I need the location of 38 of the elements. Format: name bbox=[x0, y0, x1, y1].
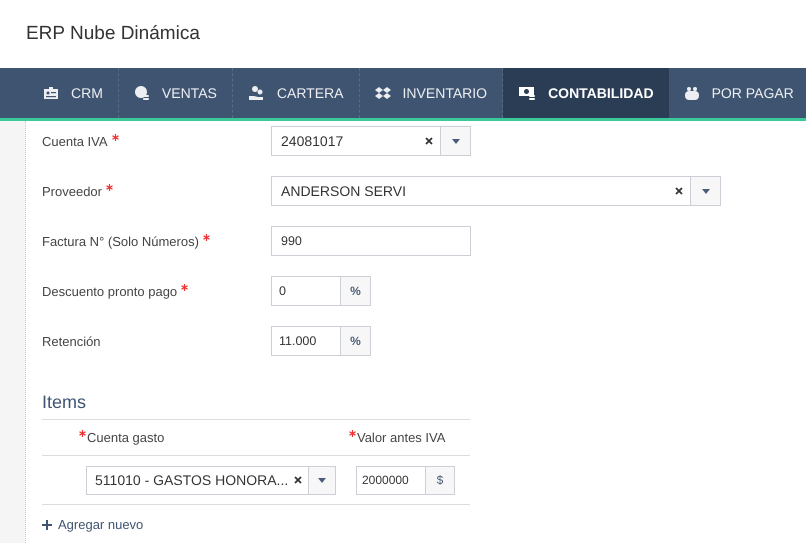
nav-tab[interactable]: VENTAS bbox=[118, 68, 233, 118]
field-label: Descuento pronto pago bbox=[42, 283, 178, 301]
select-field[interactable]: ANDERSON SERVI bbox=[271, 176, 721, 206]
dropdown-button[interactable] bbox=[308, 466, 335, 494]
section-title: Items bbox=[42, 391, 88, 414]
hand-coins-icon bbox=[248, 85, 265, 101]
input-field[interactable]: 2000000 bbox=[356, 466, 426, 494]
coins-icon bbox=[134, 85, 150, 101]
column-header: Cuenta gasto bbox=[87, 428, 164, 447]
nav-tab[interactable]: CRM bbox=[28, 68, 119, 118]
input-field[interactable]: 0 bbox=[271, 276, 341, 306]
input-field[interactable]: 990 bbox=[271, 226, 471, 256]
column-header: Valor antes IVA bbox=[357, 428, 446, 447]
caret-icon bbox=[318, 478, 326, 482]
select-field[interactable]: 511010 - GASTOS HONORA... bbox=[86, 466, 336, 494]
select-field[interactable]: 24081017 bbox=[271, 126, 471, 156]
nav-tab[interactable]: CONTABILIDAD bbox=[503, 68, 669, 118]
nav-tab[interactable]: CARTERA bbox=[232, 68, 360, 118]
percent-addon: % bbox=[341, 326, 371, 356]
caret-icon bbox=[702, 188, 710, 194]
dropbox-icon bbox=[374, 86, 391, 100]
dropdown-button[interactable] bbox=[690, 177, 720, 205]
field-label: Proveedor bbox=[42, 183, 102, 201]
dropdown-button[interactable] bbox=[440, 127, 470, 155]
purse-icon bbox=[684, 86, 700, 100]
field-label: Factura N° (Solo Números) bbox=[42, 233, 199, 251]
nav-tab[interactable]: POR PAGAR bbox=[668, 68, 806, 118]
id-card-icon bbox=[43, 86, 59, 100]
caret-icon bbox=[452, 138, 460, 144]
field-label: Cuenta IVA bbox=[42, 133, 108, 151]
field-label: Retención bbox=[42, 333, 101, 351]
app-title: ERP Nube Dinámica bbox=[26, 22, 200, 46]
plus-icon bbox=[42, 520, 52, 530]
add-new-link[interactable]: Agregar nuevo bbox=[42, 515, 144, 534]
input-field[interactable]: 11.000 bbox=[271, 326, 341, 356]
money-icon bbox=[518, 85, 536, 101]
currency-addon: $ bbox=[426, 466, 455, 494]
percent-addon: % bbox=[341, 276, 371, 306]
